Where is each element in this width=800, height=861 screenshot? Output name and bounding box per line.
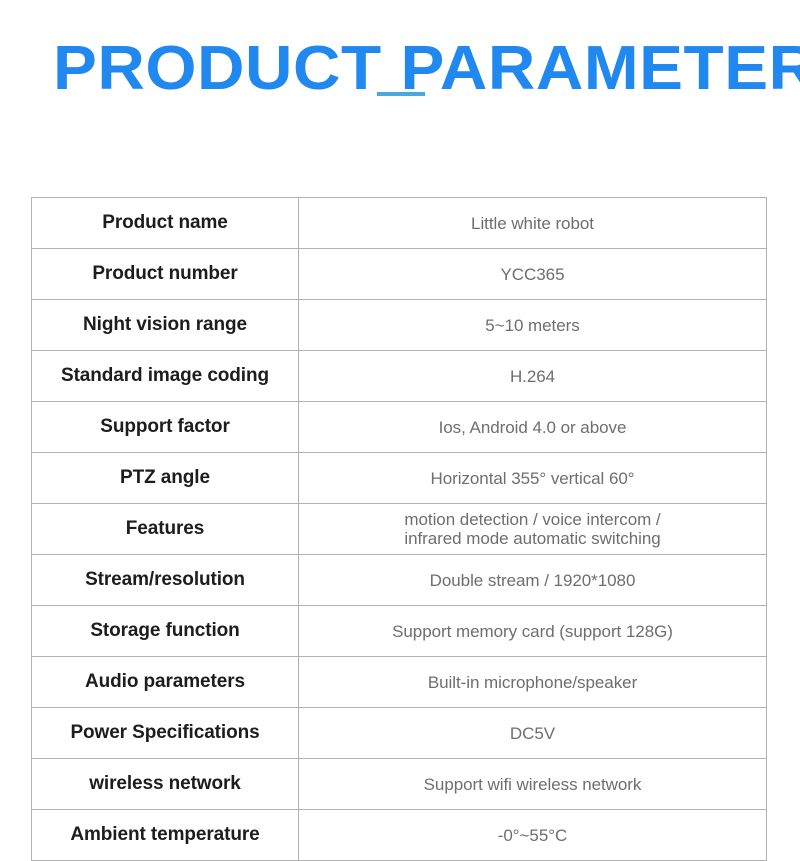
spec-value-cell: Double stream / 1920*1080 <box>298 554 767 606</box>
specifications-table-body: Product name Little white robot Product nu… <box>31 197 767 861</box>
table-row: Product number YCC365 <box>31 248 767 300</box>
spec-label-cell: Product name <box>31 197 299 249</box>
spec-value-cell: motion detection / voice intercom / infra… <box>298 503 767 555</box>
spec-label-cell: Night vision range <box>31 299 299 351</box>
spec-value-cell: H.264 <box>298 350 767 402</box>
specifications-table: Product name Little white robot Product nu… <box>31 197 767 861</box>
table-row: Features motion detection / voice interco… <box>31 503 767 555</box>
spec-value-cell: Horizontal 355° vertical 60° <box>298 452 767 504</box>
spec-label-cell: Audio parameters <box>31 656 299 708</box>
table-row: wireless network Support wifi wireless ne… <box>31 758 767 810</box>
spec-label-cell: Stream/resolution <box>31 554 299 606</box>
spec-value-line: motion detection / voice intercom / <box>404 510 661 529</box>
title-accent-bar <box>377 92 425 96</box>
table-row: Audio parameters Built-in microphone/spea… <box>31 656 767 708</box>
spec-value-cell: Built-in microphone/speaker <box>298 656 767 708</box>
spec-label-cell: Support factor <box>31 401 299 453</box>
table-row: Night vision range 5~10 meters <box>31 299 767 351</box>
spec-label-cell: PTZ angle <box>31 452 299 504</box>
table-row: Power Specifications DC5V <box>31 707 767 759</box>
table-row: PTZ angle Horizontal 355° vertical 60° <box>31 452 767 504</box>
table-row: Storage function Support memory card (sup… <box>31 605 767 657</box>
spec-label-cell: Standard image coding <box>31 350 299 402</box>
spec-label-cell: Product number <box>31 248 299 300</box>
spec-value-cell: -0°~55°C <box>298 809 767 861</box>
spec-label-cell: Features <box>31 503 299 555</box>
spec-value-cell: Ios, Android 4.0 or above <box>298 401 767 453</box>
spec-value-cell: Little white robot <box>298 197 767 249</box>
table-row: Stream/resolution Double stream / 1920*10… <box>31 554 767 606</box>
spec-value-cell: DC5V <box>298 707 767 759</box>
spec-value-cell: Support wifi wireless network <box>298 758 767 810</box>
product-parameters-page: PRODUCT PARAMETERS Product name Little wh… <box>0 0 800 861</box>
spec-value-line: infrared mode automatic switching <box>404 529 661 548</box>
spec-label-cell: wireless network <box>31 758 299 810</box>
table-row: Product name Little white robot <box>31 197 767 249</box>
spec-label-cell: Storage function <box>31 605 299 657</box>
table-row: Standard image coding H.264 <box>31 350 767 402</box>
spec-value-cell: 5~10 meters <box>298 299 767 351</box>
spec-value-cell: Support memory card (support 128G) <box>298 605 767 657</box>
spec-value-cell: YCC365 <box>298 248 767 300</box>
table-row: Ambient temperature -0°~55°C <box>31 809 767 861</box>
spec-label-cell: Ambient temperature <box>31 809 299 861</box>
table-row: Support factor Ios, Android 4.0 or above <box>31 401 767 453</box>
spec-label-cell: Power Specifications <box>31 707 299 759</box>
